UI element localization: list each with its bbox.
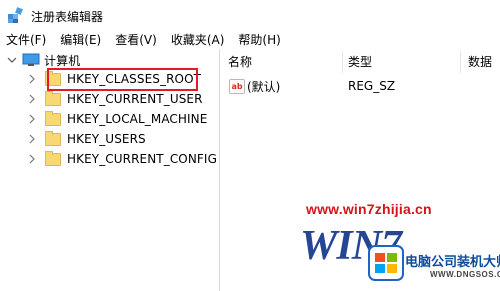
watermark-site: WWW.DNGSOS.COM <box>430 270 500 279</box>
tree-item-label: HKEY_CURRENT_USER <box>67 92 203 106</box>
registry-editor-icon <box>8 7 23 23</box>
watermark-url: www.win7zhijia.cn <box>306 201 432 217</box>
column-header-type[interactable]: 类型 <box>348 49 372 73</box>
folder-icon <box>45 110 61 126</box>
menu-file[interactable]: 文件(F) <box>0 31 54 49</box>
tree-item-label: HKEY_CURRENT_CONFIG <box>67 152 217 166</box>
tree-item-hkey-users[interactable]: HKEY_USERS <box>45 129 146 149</box>
menu-bar: 文件(F) 编辑(E) 查看(V) 收藏夹(A) 帮助(H) <box>0 30 500 49</box>
column-header-data[interactable]: 数据 <box>468 49 492 73</box>
folder-icon <box>45 90 61 106</box>
menu-edit[interactable]: 编辑(E) <box>54 31 109 49</box>
chevron-down-icon[interactable] <box>7 55 17 65</box>
string-value-icon: ab <box>229 78 245 94</box>
menu-favorites[interactable]: 收藏夹(A) <box>165 31 233 49</box>
column-divider[interactable] <box>460 51 461 73</box>
selection-highlight <box>47 68 198 91</box>
menu-help[interactable]: 帮助(H) <box>232 31 288 49</box>
tree-item-hkey-current-user[interactable]: HKEY_CURRENT_USER <box>45 89 203 109</box>
column-header-name[interactable]: 名称 <box>228 49 252 73</box>
list-row[interactable]: ab (默认) <box>229 76 280 96</box>
computer-icon <box>22 53 40 66</box>
title-bar: 注册表编辑器 <box>0 0 500 30</box>
chevron-right-icon[interactable] <box>27 154 37 164</box>
value-name: (默认) <box>247 79 281 94</box>
tree-item-label: HKEY_LOCAL_MACHINE <box>67 112 208 126</box>
folder-icon <box>45 150 61 166</box>
chevron-right-icon[interactable] <box>27 134 37 144</box>
tree-item-hkey-current-config[interactable]: HKEY_CURRENT_CONFIG <box>45 149 217 169</box>
tree-root-computer[interactable]: 计算机 <box>22 50 80 70</box>
chevron-right-icon[interactable] <box>27 114 37 124</box>
windows-logo-icon <box>368 245 404 281</box>
menu-view[interactable]: 查看(V) <box>109 31 165 49</box>
window-title: 注册表编辑器 <box>31 10 104 24</box>
folder-icon <box>45 130 61 146</box>
chevron-right-icon[interactable] <box>27 74 37 84</box>
tree-root-label: 计算机 <box>44 53 81 68</box>
column-divider[interactable] <box>342 51 343 73</box>
list-row-type[interactable]: REG_SZ <box>348 76 395 96</box>
watermark-brand: 电脑公司装机大师 <box>405 255 500 270</box>
tree-item-hkey-local-machine[interactable]: HKEY_LOCAL_MACHINE <box>45 109 207 129</box>
value-type: REG_SZ <box>348 79 396 93</box>
chevron-right-icon[interactable] <box>27 94 37 104</box>
tree-item-label: HKEY_USERS <box>67 132 146 146</box>
